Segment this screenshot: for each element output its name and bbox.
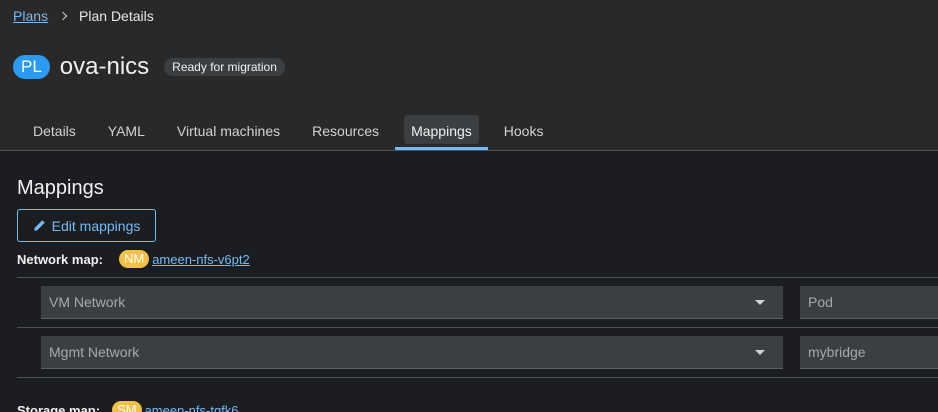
caret-down-icon bbox=[755, 350, 765, 355]
edit-mappings-label: Edit mappings bbox=[51, 217, 141, 234]
source-network-select[interactable]: Mgmt Network bbox=[41, 336, 783, 369]
pencil-icon bbox=[33, 220, 45, 231]
network-map-label: Network map: bbox=[17, 251, 103, 267]
tab-hooks[interactable]: Hooks bbox=[488, 112, 560, 150]
status-badge: Ready for migration bbox=[164, 58, 285, 76]
tab-virtual-machines[interactable]: Virtual machines bbox=[161, 112, 296, 150]
target-network-value: mybridge bbox=[808, 344, 866, 360]
tab-bar: Details YAML Virtual machines Resources … bbox=[17, 112, 559, 150]
storage-map-badge: SM bbox=[112, 401, 142, 412]
caret-down-icon bbox=[755, 300, 765, 305]
target-network-field[interactable]: mybridge bbox=[800, 336, 938, 369]
tab-mappings[interactable]: Mappings bbox=[395, 112, 488, 150]
tab-label: Mappings bbox=[411, 123, 472, 139]
source-network-value: Mgmt Network bbox=[49, 344, 140, 360]
network-map-row: Network map: NM ameen-nfs-v6pt2 bbox=[17, 250, 250, 268]
tab-label: YAML bbox=[107, 123, 145, 139]
target-network-field[interactable]: Pod bbox=[800, 286, 938, 319]
tab-label: Virtual machines bbox=[176, 123, 281, 139]
breadcrumb: Plans Plan Details bbox=[13, 8, 154, 24]
target-network-value: Pod bbox=[808, 294, 833, 310]
tab-resources[interactable]: Resources bbox=[296, 112, 395, 150]
table-divider bbox=[17, 277, 938, 278]
tab-details[interactable]: Details bbox=[17, 112, 92, 150]
edit-mappings-button[interactable]: Edit mappings bbox=[17, 209, 156, 242]
tab-label: Hooks bbox=[503, 123, 544, 139]
title-row: PL ova-nics Ready for migration bbox=[13, 53, 285, 81]
network-map-link[interactable]: ameen-nfs-v6pt2 bbox=[152, 252, 250, 267]
chevron-right-icon bbox=[58, 11, 68, 21]
tab-label: Details bbox=[33, 123, 76, 139]
section-title: Mappings bbox=[17, 177, 104, 199]
source-network-select[interactable]: VM Network bbox=[41, 286, 783, 319]
table-divider bbox=[17, 327, 938, 328]
breadcrumb-current: Plan Details bbox=[79, 8, 154, 24]
tab-label: Resources bbox=[312, 123, 380, 139]
storage-map-label: Storage map: bbox=[17, 402, 101, 412]
tab-yaml[interactable]: YAML bbox=[92, 112, 161, 150]
tabs-divider bbox=[0, 150, 938, 151]
storage-map-link[interactable]: ameen-nfs-tqfk6 bbox=[145, 403, 239, 412]
breadcrumb-plans-link[interactable]: Plans bbox=[13, 8, 48, 24]
storage-map-row: Storage map: SM ameen-nfs-tqfk6 bbox=[17, 401, 239, 412]
plan-badge: PL bbox=[13, 55, 50, 79]
source-network-value: VM Network bbox=[49, 294, 126, 310]
network-map-badge: NM bbox=[118, 250, 150, 268]
page-title: ova-nics bbox=[59, 53, 150, 80]
table-divider bbox=[17, 377, 938, 378]
